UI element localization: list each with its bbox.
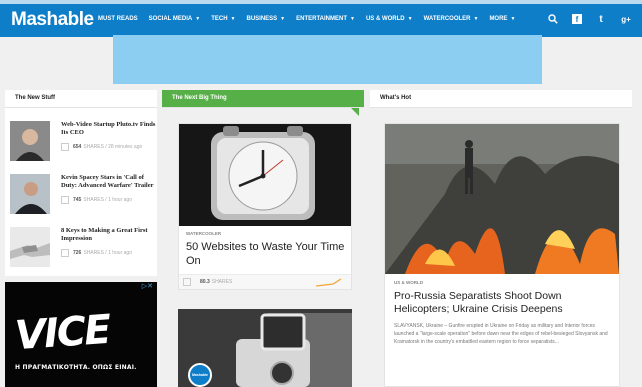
story-title[interactable]: 8 Keys to Making a Great First Impressio… [61, 227, 156, 243]
featured-card[interactable]: WATERCOOLER 50 Websites to Waste Your Ti… [178, 123, 352, 290]
fire-image[interactable] [385, 124, 619, 274]
chevron-down-icon: ▼ [510, 16, 516, 22]
search-icon[interactable] [547, 13, 559, 25]
hot-story-text: US & WORLD Pro-Russia Separatists Shoot … [394, 280, 616, 346]
share-icon[interactable] [183, 278, 191, 286]
main-menu: MUST READS SOCIAL MEDIA ▼ TECH ▼ BUSINESS ▼… [98, 16, 526, 22]
chevron-down-icon: ▼ [350, 16, 355, 22]
nav-item-must-reads[interactable]: MUST READS [98, 16, 138, 22]
mashable-badge[interactable]: Mashable [188, 363, 212, 387]
nav-item-tech[interactable]: TECH ▼ [211, 16, 235, 22]
hot-story-card[interactable]: US & WORLD Pro-Russia Separatists Shoot … [384, 123, 620, 387]
new-stuff-list: Web-Video Startup Pluto.tv Finds Its CEO… [5, 108, 157, 276]
list-item[interactable]: 8 Keys to Making a Great First Impressio… [10, 227, 156, 267]
hot-story-title[interactable]: Pro-Russia Separatists Shoot Down Helico… [394, 290, 616, 316]
share-icon[interactable] [61, 143, 69, 151]
list-item[interactable]: Web-Video Startup Pluto.tv Finds Its CEO… [10, 121, 156, 161]
nav-item-us-world[interactable]: US & WORLD ▼ [366, 16, 413, 22]
share-icon[interactable] [61, 249, 69, 257]
chevron-down-icon: ▼ [280, 16, 286, 22]
share-icon[interactable] [61, 196, 69, 204]
vice-advertisement[interactable]: ▷✕ VICE Η ΠΡΑΓΜΑΤΙΚΟΤΗΤΑ. ΟΠΩΣ ΕΙΝΑΙ. [5, 282, 157, 387]
nav-social-icons: f t g+ [547, 13, 632, 25]
story-title[interactable]: Web-Video Startup Pluto.tv Finds Its CEO [61, 121, 156, 137]
category-tag[interactable]: US & WORLD [394, 280, 616, 285]
chevron-down-icon: ▼ [230, 16, 236, 22]
nav-item-social-media[interactable]: SOCIAL MEDIA ▼ [149, 16, 201, 22]
story-meta: 654 SHARES / 28 minutes ago [61, 143, 156, 151]
top-nav-bar: Mashable MUST READS SOCIAL MEDIA ▼ TECH ▼ … [0, 0, 642, 37]
story-meta: 726 SHARES / 1 hour ago [61, 249, 156, 257]
nav-item-business[interactable]: BUSINESS ▼ [246, 16, 285, 22]
story-thumbnail[interactable] [10, 227, 50, 267]
featured-card-2[interactable]: Mashable [178, 309, 352, 387]
vice-logo: VICE [13, 306, 112, 360]
trend-sparkline [315, 278, 342, 287]
share-bar: 80.3 SHARES [179, 274, 351, 289]
section-header-new-stuff[interactable]: The New Stuff [5, 90, 157, 108]
clock-image[interactable] [179, 124, 351, 226]
story-thumbnail[interactable] [10, 174, 50, 214]
header-flag [351, 108, 359, 116]
chevron-down-icon: ▼ [473, 16, 479, 22]
ad-tagline: Η ΠΡΑΓΜΑΤΙΚΟΤΗΤΑ. ΟΠΩΣ ΕΙΝΑΙ. [15, 364, 137, 371]
list-item[interactable]: Kevin Spacey Stars in 'Call of Duty: Adv… [10, 174, 156, 214]
card-title[interactable]: 50 Websites to Waste Your Time On [186, 240, 346, 268]
chevron-down-icon: ▼ [195, 16, 201, 22]
story-title[interactable]: Kevin Spacey Stars in 'Call of Duty: Adv… [61, 174, 156, 190]
nav-item-watercooler[interactable]: WATERCOOLER ▼ [424, 16, 479, 22]
google-plus-icon[interactable]: g+ [620, 13, 632, 25]
nav-item-entertainment[interactable]: ENTERTAINMENT ▼ [296, 16, 355, 22]
twitter-icon[interactable]: t [595, 13, 607, 25]
story-meta: 745 SHARES / 1 hour ago [61, 196, 156, 204]
section-header-next-big-thing[interactable]: The Next Big Thing [162, 90, 364, 108]
nav-item-more[interactable]: MORE ▼ [489, 16, 515, 22]
story-thumbnail[interactable] [10, 121, 50, 161]
chevron-down-icon: ▼ [407, 16, 413, 22]
mashable-logo[interactable]: Mashable [11, 9, 94, 31]
section-header-whats-hot[interactable]: What's Hot [370, 90, 632, 108]
facebook-icon[interactable]: f [572, 14, 582, 24]
category-tag[interactable]: WATERCOOLER [186, 231, 346, 236]
banner-ad[interactable] [113, 35, 542, 84]
card-text: WATERCOOLER 50 Websites to Waste Your Ti… [186, 231, 346, 268]
hot-story-excerpt: SLAVYANSK, Ukraine – Gunfire erupted in … [394, 323, 608, 345]
ad-choices-icon[interactable]: ▷✕ [142, 282, 153, 290]
